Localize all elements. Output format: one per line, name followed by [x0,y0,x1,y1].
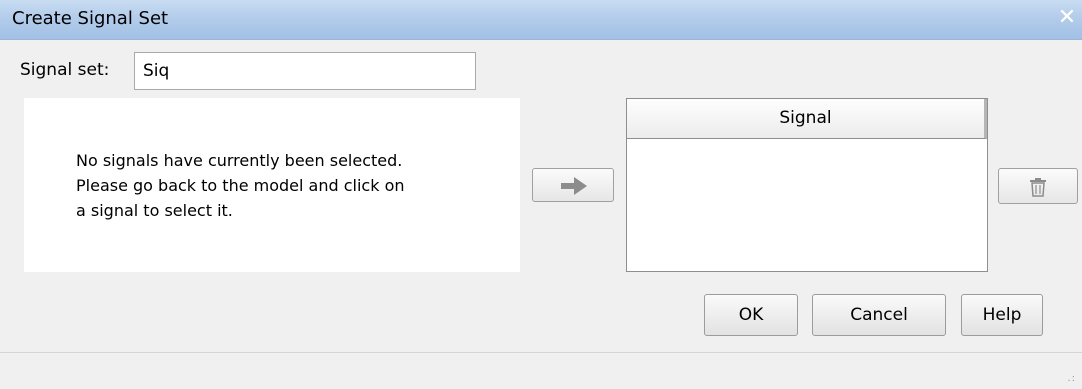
title-bar: Create Signal Set ✕ [0,0,1082,40]
ok-button[interactable]: OK [704,294,798,336]
trash-icon [1030,178,1046,197]
right-arrow-icon [561,177,587,195]
signal-column-header[interactable]: Signal [627,99,987,139]
close-icon[interactable]: ✕ [1054,6,1080,32]
add-signal-button[interactable] [532,168,614,202]
window-title: Create Signal Set [12,8,169,29]
cancel-button[interactable]: Cancel [812,294,946,336]
signal-set-input[interactable] [134,52,476,90]
delete-signal-button[interactable] [998,168,1078,204]
signal-set-label: Signal set: [20,60,110,80]
help-button[interactable]: Help [961,294,1043,336]
resize-grip-icon[interactable]: .: [1067,374,1076,384]
no-signals-message: No signals have currently been selected.… [76,151,405,220]
signal-table[interactable]: Signal [626,98,988,272]
info-panel: No signals have currently been selected.… [24,98,520,272]
status-bar: .: [0,352,1082,389]
